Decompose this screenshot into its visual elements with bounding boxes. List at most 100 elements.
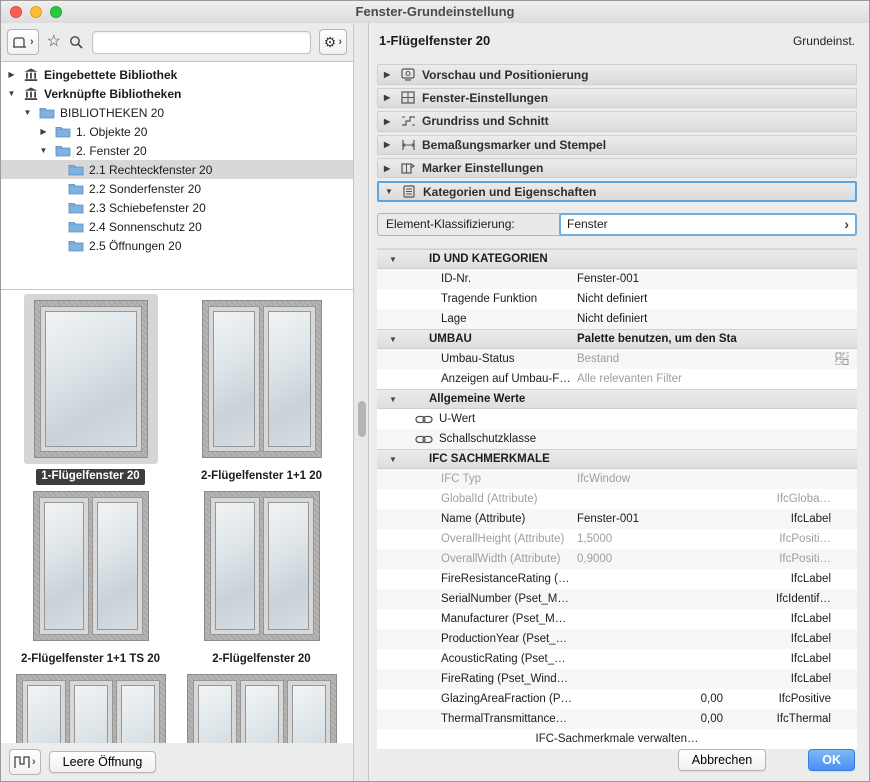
disclosure-triangle-icon[interactable]: ▼	[37, 146, 50, 155]
library-item-2-fluegelfenster-1plus1-ts-20[interactable]: 2-Flügelfenster 1+1 TS 20	[5, 485, 176, 668]
folder-icon	[67, 201, 85, 214]
property-label: ThermalTransmittance…	[377, 713, 577, 725]
favorites-star-icon[interactable]: ☆	[47, 34, 61, 50]
property-label: Lage	[377, 313, 577, 325]
object-type-button[interactable]: ›	[7, 29, 39, 55]
property-label: Anzeigen auf Umbau-F…	[377, 373, 577, 385]
section-marker-einstellungen[interactable]: ▶ Marker Einstellungen	[377, 158, 857, 178]
gear-icon: ⚙	[324, 35, 337, 49]
tree-item-eingebettete-bibliothek[interactable]: ▶ Eingebettete Bibliothek	[1, 65, 353, 84]
tree-item-rechteckfenster-20[interactable]: 2.1 Rechteckfenster 20	[1, 160, 353, 179]
disclosure-triangle-icon[interactable]: ▶	[37, 127, 50, 136]
property-label: AcousticRating (Pset_…	[377, 653, 577, 665]
property-value[interactable]: Fenster-001	[577, 513, 737, 525]
cancel-button[interactable]: Abbrechen	[678, 749, 766, 771]
linked-library-icon	[22, 87, 40, 101]
property-value[interactable]: Nicht definiert	[577, 293, 737, 305]
property-row-u-wert: U-Wert	[377, 409, 857, 429]
property-value[interactable]: Alle relevanten Filter	[577, 373, 737, 385]
property-row-manufacturer: Manufacturer (Pset_M… IfcLabel	[377, 609, 857, 629]
library-item-2-fluegelfenster-1plus1-20[interactable]: 2-Flügelfenster 1+1 20	[176, 294, 347, 485]
property-type: IfcGloba…	[737, 493, 857, 505]
property-value[interactable]: 0,00	[577, 693, 737, 705]
disclosure-triangle-icon: ▶	[384, 140, 394, 149]
library-item-partial-2[interactable]	[176, 668, 347, 743]
group-expander-icon[interactable]: ▼	[377, 455, 429, 464]
property-group-ifc-sachmerkmale[interactable]: ▼ IFC SACHMERKMALE	[377, 449, 857, 469]
minimize-button[interactable]	[30, 6, 42, 18]
property-label: Manufacturer (Pset_M…	[377, 613, 577, 625]
property-value[interactable]: 0,00	[577, 713, 737, 725]
tree-item-label: BIBLIOTHEKEN 20	[60, 106, 164, 120]
settings-panel: 1-Flügelfenster 20 Grundeinst. ▶ Vorscha…	[369, 23, 869, 781]
property-type: IfcLabel	[737, 513, 857, 525]
tree-item-oeffnungen-20[interactable]: 2.5 Öffnungen 20	[1, 236, 353, 255]
empty-opening-button[interactable]: Leere Öffnung	[49, 751, 157, 773]
section-grundriss-schnitt[interactable]: ▶ Grundriss und Schnitt	[377, 111, 857, 131]
section-vorschau-positionierung[interactable]: ▶ Vorschau und Positionierung	[377, 64, 857, 84]
library-item-1-fluegelfenster-20[interactable]: 1-Flügelfenster 20	[5, 294, 176, 485]
search-icon[interactable]	[69, 35, 84, 50]
section-fenster-einstellungen[interactable]: ▶ Fenster-Einstellungen	[377, 88, 857, 108]
tree-item-schiebefenster-20[interactable]: 2.3 Schiebefenster 20	[1, 198, 353, 217]
tree-item-sonnenschutz-20[interactable]: 2.4 Sonnenschutz 20	[1, 217, 353, 236]
property-row-globalid: GlobalId (Attribute) IfcGloba…	[377, 489, 857, 509]
property-value[interactable]: IfcWindow	[577, 473, 737, 485]
renovation-filter-icon[interactable]	[835, 352, 849, 365]
scrollbar-thumb[interactable]	[358, 401, 366, 437]
group-expander-icon[interactable]: ▼	[377, 335, 429, 344]
tree-item-fenster-20[interactable]: ▼ 2. Fenster 20	[1, 141, 353, 160]
group-expander-icon[interactable]: ▼	[377, 395, 429, 404]
window-title: Fenster-Grundeinstellung	[356, 4, 515, 19]
tree-item-label: 2.1 Rechteckfenster 20	[89, 163, 212, 177]
library-item-label: 2-Flügelfenster 1+1 20	[196, 469, 327, 485]
tree-item-objekte-20[interactable]: ▶ 1. Objekte 20	[1, 122, 353, 141]
ok-button[interactable]: OK	[808, 749, 855, 771]
section-label: Fenster-Einstellungen	[422, 91, 548, 105]
property-value[interactable]: 0,9000	[577, 553, 737, 565]
disclosure-triangle-icon: ▶	[384, 117, 394, 126]
tree-item-bibliotheken-20[interactable]: ▼ BIBLIOTHEKEN 20	[1, 103, 353, 122]
folder-icon	[54, 125, 72, 138]
window-preview-double	[204, 491, 320, 641]
tree-item-verknuepfte-bibliotheken[interactable]: ▼ Verknüpfte Bibliotheken	[1, 84, 353, 103]
property-value[interactable]: Fenster-001	[577, 273, 737, 285]
disclosure-triangle-icon: ▶	[384, 164, 394, 173]
property-value[interactable]: Nicht definiert	[577, 313, 737, 325]
settings-button[interactable]: ⚙ ›	[319, 29, 347, 55]
section-bemassungsmarker-stempel[interactable]: ▶ Bemaßungsmarker und Stempel	[377, 135, 857, 155]
property-row-tragende-funktion: Tragende Funktion Nicht definiert	[377, 289, 857, 309]
property-group-allgemeine-werte[interactable]: ▼ Allgemeine Werte	[377, 389, 857, 409]
property-group-umbau[interactable]: ▼ UMBAU Palette benutzen, um den Standar…	[377, 329, 857, 349]
classification-label: Element-Klassifizierung:	[386, 217, 515, 231]
empty-opening-icon	[14, 755, 30, 769]
opening-type-button[interactable]: ›	[9, 749, 41, 775]
categories-properties-icon	[401, 185, 417, 199]
section-label: Grundriss und Schnitt	[422, 114, 549, 128]
property-group-id-kategorien[interactable]: ▼ ID UND KATEGORIEN	[377, 249, 857, 269]
disclosure-triangle-icon[interactable]: ▼	[5, 89, 18, 98]
title-bar: Fenster-Grundeinstellung	[1, 1, 869, 24]
property-group-label: Allgemeine Werte	[429, 393, 577, 405]
group-expander-icon[interactable]: ▼	[377, 255, 429, 264]
library-item-2-fluegelfenster-20[interactable]: 2-Flügelfenster 20	[176, 485, 347, 668]
library-tree: ▶ Eingebettete Bibliothek ▼ Verknüpfte B…	[1, 61, 353, 290]
close-button[interactable]	[10, 6, 22, 18]
library-item-label: 2-Flügelfenster 20	[207, 652, 315, 668]
tree-item-sonderfenster-20[interactable]: 2.2 Sonderfenster 20	[1, 179, 353, 198]
disclosure-triangle-icon[interactable]: ▶	[5, 70, 18, 79]
zoom-button[interactable]	[50, 6, 62, 18]
library-item-partial-1[interactable]	[5, 668, 176, 743]
object-type-icon	[12, 35, 28, 49]
classification-dropdown[interactable]: Fenster ›	[559, 213, 857, 236]
property-value[interactable]: 1,5000	[577, 533, 737, 545]
property-value[interactable]: Bestand	[577, 353, 737, 365]
property-type: IfcLabel	[737, 573, 857, 585]
settings-header: 1-Flügelfenster 20 Grundeinst.	[377, 31, 857, 50]
manage-ifc-properties-link[interactable]: IFC-Sachmerkmale verwalten…	[377, 729, 857, 749]
tree-item-label: 2.2 Sonderfenster 20	[89, 182, 201, 196]
search-input[interactable]	[92, 31, 311, 54]
section-kategorien-eigenschaften[interactable]: ▼ Kategorien und Eigenschaften	[377, 181, 857, 201]
property-row-name-attribute: Name (Attribute) Fenster-001 IfcLabel	[377, 509, 857, 529]
disclosure-triangle-icon[interactable]: ▼	[21, 108, 34, 117]
